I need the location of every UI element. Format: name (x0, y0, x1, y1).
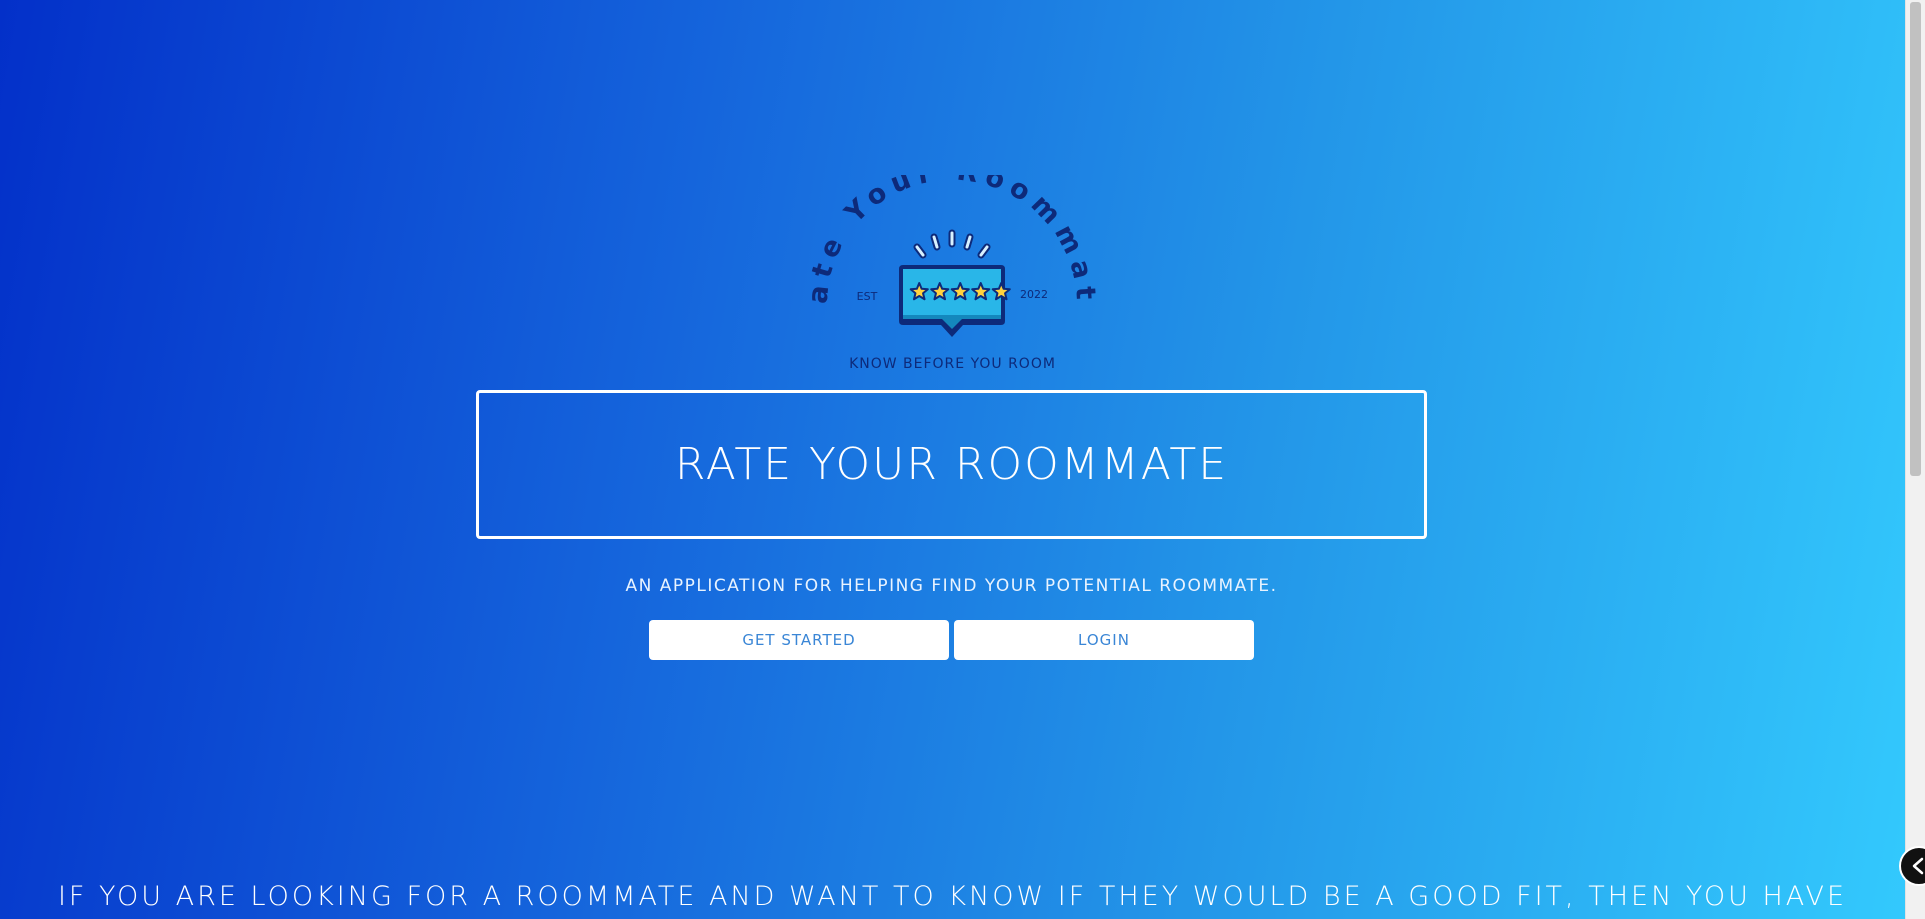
year-label: 2022 (1020, 288, 1048, 301)
login-button[interactable]: LOGIN (954, 620, 1254, 660)
chevron-left-icon (1912, 857, 1924, 875)
logo: Rate Your Roommate ES (805, 175, 1100, 375)
logo-graphic: Rate Your Roommate ES (805, 175, 1094, 337)
landing-page: Rate Your Roommate ES (0, 0, 1905, 919)
logo-tagline: KNOW BEFORE YOU ROOM (849, 356, 1056, 372)
get-started-button[interactable]: GET STARTED (649, 620, 949, 660)
hero-banner: RATE YOUR ROOMMATE (476, 390, 1427, 539)
page-title: RATE YOUR ROOMMATE (674, 439, 1229, 490)
scrollbar-thumb[interactable] (1910, 2, 1921, 476)
hero-subtitle: AN APPLICATION FOR HELPING FIND YOUR POT… (625, 576, 1278, 596)
est-label: EST (857, 290, 878, 303)
speech-bubble-icon (899, 265, 1005, 337)
vertical-scrollbar[interactable] (1905, 0, 1925, 919)
intro-text: IF YOU ARE LOOKING FOR A ROOMMATE AND WA… (57, 881, 1848, 919)
